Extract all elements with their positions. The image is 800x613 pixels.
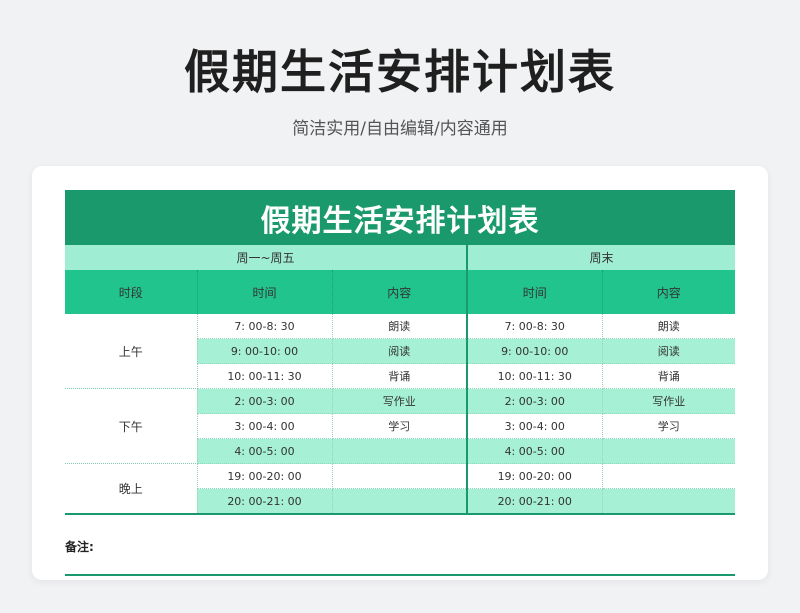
weekday-time-cell[interactable]: 2: 00-3: 00 — [197, 388, 333, 414]
weekday-content-cell[interactable] — [332, 438, 468, 464]
weekend-content-cell[interactable] — [602, 488, 736, 515]
weekend-content-cell[interactable] — [602, 438, 736, 464]
note-label: 备注: — [65, 540, 94, 554]
weekday-time-cell[interactable]: 10: 00-11: 30 — [197, 363, 333, 389]
column-header-row: 时段 时间 内容 时间 内容 — [65, 270, 736, 314]
weekend-content-cell[interactable]: 朗读 — [602, 314, 736, 339]
weekend-time-cell[interactable]: 20: 00-21: 00 — [467, 488, 603, 515]
schedule-table: 周一~周五 周末 时段 时间 内容 时间 内容 上午 7: 00-8: 30 朗… — [65, 245, 736, 515]
note-divider — [65, 574, 735, 576]
sheet-card: 假期生活安排计划表 周一~周五 周末 时段 时间 内容 时间 内容 上午 7: … — [32, 166, 768, 580]
weekday-time-cell[interactable]: 9: 00-10: 00 — [197, 338, 333, 364]
header-period: 时段 — [65, 270, 198, 314]
schedule-sheet: 假期生活安排计划表 周一~周五 周末 时段 时间 内容 时间 内容 上午 7: … — [65, 190, 736, 515]
group-header-row: 周一~周五 周末 — [65, 245, 736, 270]
weekend-content-cell[interactable]: 背诵 — [602, 363, 736, 389]
weekday-content-cell[interactable] — [332, 463, 468, 489]
weekday-content-cell[interactable]: 朗读 — [332, 314, 468, 339]
weekend-content-cell[interactable]: 阅读 — [602, 338, 736, 364]
table-row: 上午 7: 00-8: 30 朗读 7: 00-8: 30 朗读 — [65, 314, 736, 389]
weekday-content-cell[interactable] — [332, 488, 468, 515]
weekend-time-cell[interactable]: 7: 00-8: 30 — [467, 314, 603, 339]
weekend-content-cell[interactable]: 写作业 — [602, 388, 736, 414]
weekend-time-cell[interactable]: 9: 00-10: 00 — [467, 338, 603, 364]
group-weekend: 周末 — [467, 245, 736, 270]
page-subtitle: 简洁实用/自由编辑/内容通用 — [292, 119, 508, 139]
group-weekday: 周一~周五 — [65, 245, 468, 270]
table-row: 晚上 19: 00-20: 00 19: 00-20: 00 — [65, 463, 736, 515]
header-weekend-time: 时间 — [467, 270, 603, 314]
period-evening: 晚上 — [65, 463, 198, 515]
sheet-title: 假期生活安排计划表 — [65, 190, 735, 245]
weekday-content-cell[interactable]: 背诵 — [332, 363, 468, 389]
weekend-time-cell[interactable]: 3: 00-4: 00 — [467, 413, 603, 439]
page-title: 假期生活安排计划表 — [184, 45, 616, 99]
weekday-time-cell[interactable]: 4: 00-5: 00 — [197, 438, 333, 464]
weekend-time-cell[interactable]: 19: 00-20: 00 — [467, 463, 603, 489]
table-row: 下午 2: 00-3: 00 写作业 2: 00-3: 00 写作业 — [65, 388, 736, 464]
weekend-content-cell[interactable] — [602, 463, 736, 489]
weekday-time-cell[interactable]: 3: 00-4: 00 — [197, 413, 333, 439]
weekday-time-cell[interactable]: 20: 00-21: 00 — [197, 488, 333, 515]
weekday-content-cell[interactable]: 学习 — [332, 413, 468, 439]
weekend-time-cell[interactable]: 10: 00-11: 30 — [467, 363, 603, 389]
header-weekday-content: 内容 — [332, 270, 468, 314]
weekday-time-cell[interactable]: 7: 00-8: 30 — [197, 314, 333, 339]
weekend-time-cell[interactable]: 4: 00-5: 00 — [467, 438, 603, 464]
weekend-time-cell[interactable]: 2: 00-3: 00 — [467, 388, 603, 414]
header-weekday-time: 时间 — [197, 270, 333, 314]
period-morning: 上午 — [65, 314, 198, 389]
period-afternoon: 下午 — [65, 388, 198, 464]
header-weekend-content: 内容 — [602, 270, 736, 314]
weekday-content-cell[interactable]: 阅读 — [332, 338, 468, 364]
weekend-content-cell[interactable]: 学习 — [602, 413, 736, 439]
weekday-time-cell[interactable]: 19: 00-20: 00 — [197, 463, 333, 489]
weekday-content-cell[interactable]: 写作业 — [332, 388, 468, 414]
